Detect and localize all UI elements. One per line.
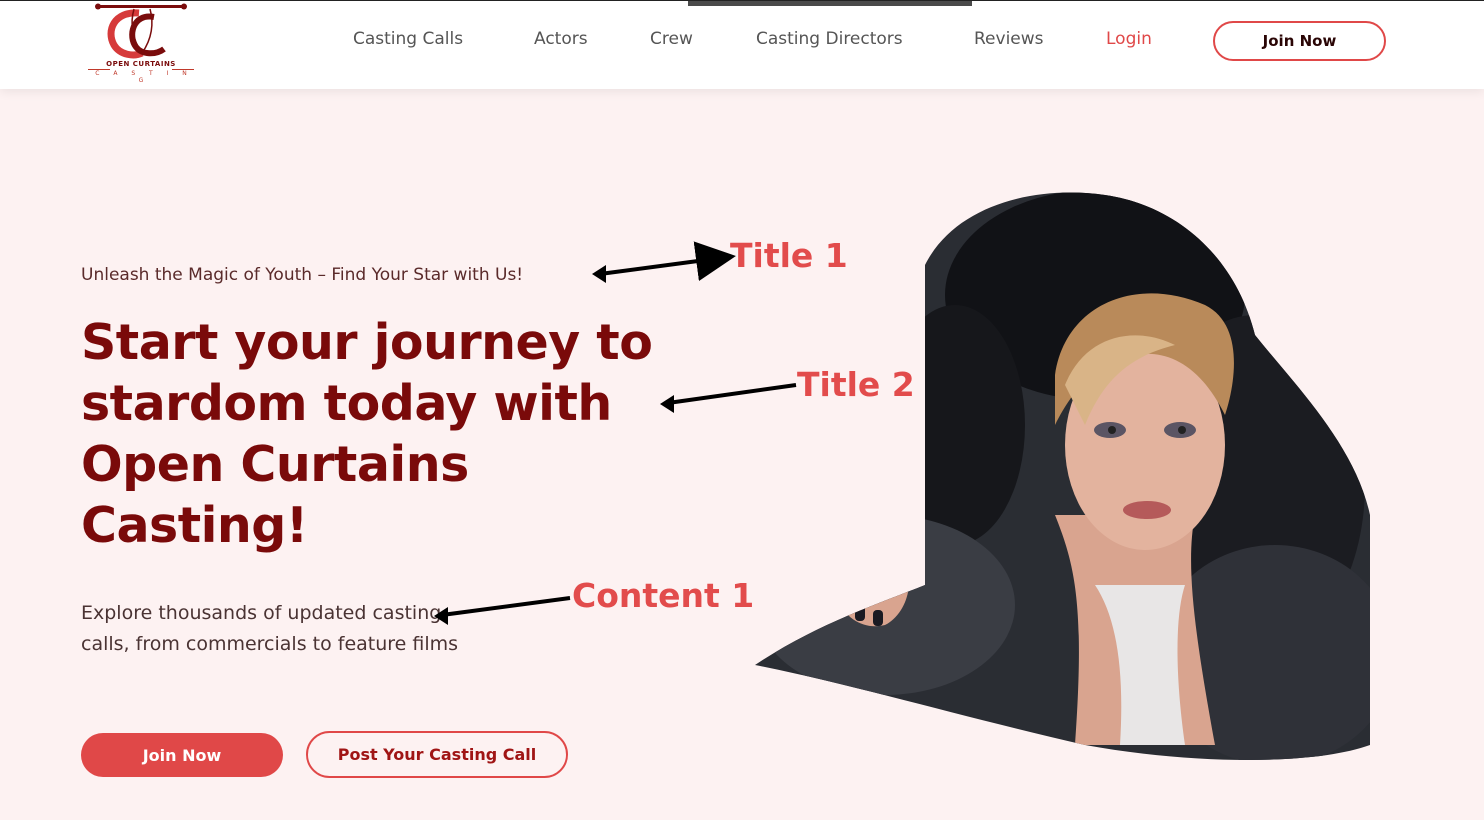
headline-line: Casting! [81, 497, 308, 554]
annotation-title-1: Title 1 [730, 236, 848, 275]
headline-line: Open Curtains [81, 436, 469, 493]
hero-headline: Start your journey to stardom today with… [81, 312, 721, 556]
arrowhead-title-1 [592, 265, 606, 283]
site-header: OPEN CURTAINS C A S T I N G Casting Call… [0, 0, 1484, 89]
annotation-content-1: Content 1 [572, 576, 755, 615]
nav-reviews[interactable]: Reviews [974, 29, 1044, 49]
nav-crew[interactable]: Crew [650, 29, 693, 49]
logo-subtitle: C A S T I N G [95, 70, 193, 84]
nav-casting-directors[interactable]: Casting Directors [756, 29, 903, 49]
headline-line: stardom today with [81, 375, 612, 432]
header-join-now-button[interactable]: Join Now [1213, 21, 1386, 61]
annotation-title-2: Title 2 [797, 365, 915, 404]
top-active-indicator [688, 1, 972, 6]
logo-name: OPEN CURTAINS [106, 60, 176, 68]
hero-join-now-button[interactable]: Join Now [81, 733, 283, 777]
headline-line: Start your journey to [81, 314, 653, 371]
nav-login[interactable]: Login [1106, 29, 1152, 49]
arrow-content-1 [441, 596, 571, 617]
hero-description: Explore thousands of updated casting cal… [81, 602, 459, 655]
arrow-title-1 [599, 241, 736, 282]
post-casting-call-button[interactable]: Post Your Casting Call [306, 731, 568, 778]
nav-actors[interactable]: Actors [534, 29, 588, 49]
nav-casting-calls[interactable]: Casting Calls [353, 29, 463, 49]
hero-tagline: Unleash the Magic of Youth – Find Your S… [81, 265, 524, 285]
woman-in-fur-coat-photo [755, 192, 1370, 761]
